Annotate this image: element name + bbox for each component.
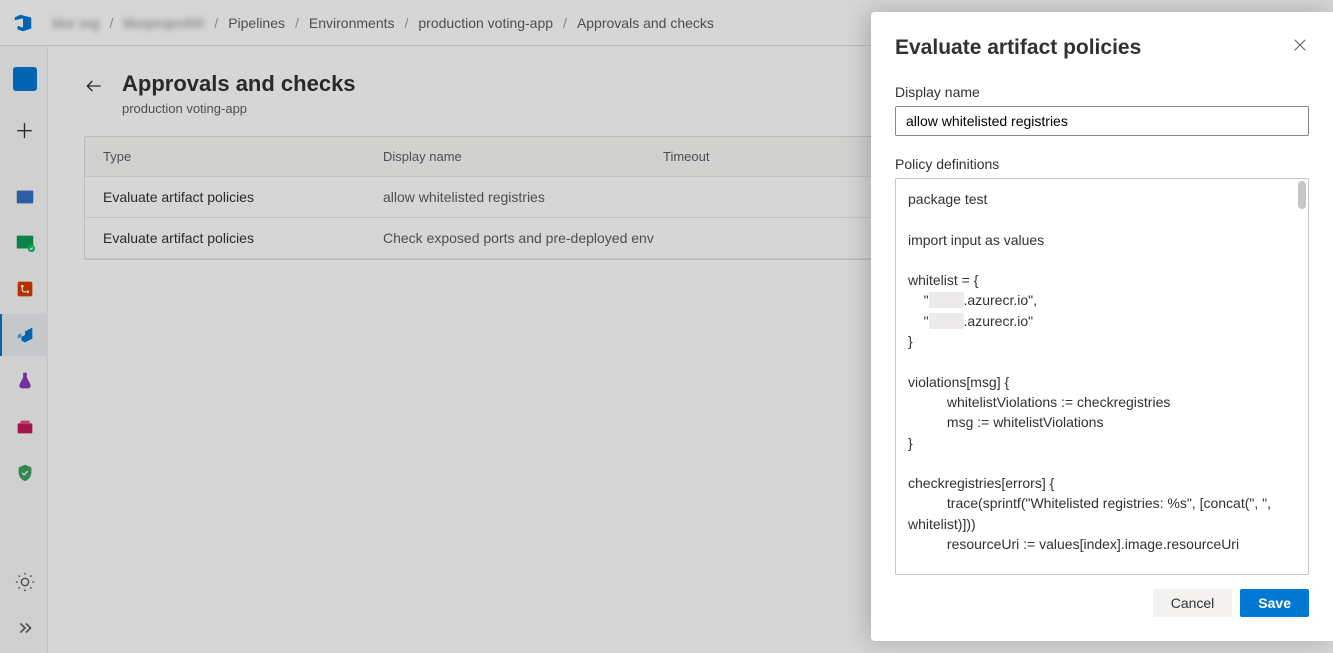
panel-header: Evaluate artifact policies [895,36,1309,60]
panel-footer: Cancel Save [895,589,1309,617]
close-icon [1291,36,1309,54]
save-button[interactable]: Save [1240,589,1309,617]
scrollbar-thumb[interactable] [1298,181,1306,209]
close-button[interactable] [1291,36,1309,54]
display-name-input[interactable] [895,106,1309,136]
display-name-label: Display name [895,84,1309,100]
policy-definitions-editor[interactable]: package test import input as values whit… [895,178,1309,575]
cancel-button[interactable]: Cancel [1153,589,1233,617]
policy-definitions-label: Policy definitions [895,156,1309,172]
panel-title: Evaluate artifact policies [895,36,1141,60]
edit-check-panel: Evaluate artifact policies Display name … [871,12,1333,641]
